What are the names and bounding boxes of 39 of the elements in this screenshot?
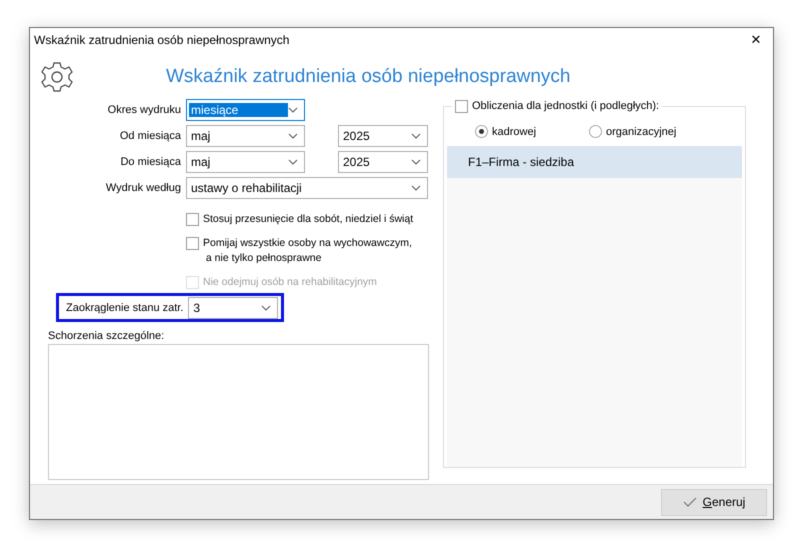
field-label: Wydruk według bbox=[104, 182, 181, 194]
radio-label: organizacyjnej bbox=[606, 126, 676, 138]
dropdown[interactable]: ustawy o rehabilitacji bbox=[186, 177, 428, 199]
checkbox-label: Obliczenia dla jednostki (i podległych): bbox=[472, 100, 660, 112]
dropdown[interactable]: maj bbox=[186, 125, 305, 147]
dropdown[interactable]: 2025 bbox=[338, 151, 428, 173]
field-label: Od miesiąca bbox=[118, 130, 181, 142]
dropdown[interactable]: maj bbox=[186, 151, 305, 173]
notes-field[interactable] bbox=[48, 344, 429, 480]
window-title: Wskaźnik zatrudnienia osób niepełnosprawnych bbox=[34, 33, 290, 47]
list-item[interactable]: F1–Firma - siedziba bbox=[447, 146, 742, 178]
checkbox-label: Stosuj przesunięcie dla sobót, niedziel i świąt bbox=[203, 212, 414, 227]
close-button[interactable]: ✕ bbox=[739, 28, 773, 52]
field-label: Zaokrąglenie stanu zatr. bbox=[66, 302, 184, 314]
settings-icon bbox=[40, 61, 74, 93]
dropdown[interactable]: miesiące bbox=[186, 99, 305, 121]
chevron-icon bbox=[288, 107, 298, 113]
radio-button[interactable] bbox=[589, 125, 602, 138]
checkbox[interactable] bbox=[186, 237, 199, 250]
checkbox-label: Nie odejmuj osób na rehabilitacyjnym bbox=[203, 275, 377, 290]
check-icon bbox=[682, 497, 697, 507]
dropdown[interactable]: 2025 bbox=[338, 125, 428, 147]
radio-label: kadrowej bbox=[492, 126, 536, 138]
dropdown[interactable]: 3 bbox=[188, 296, 278, 318]
chevron-icon bbox=[411, 185, 421, 191]
chevron-icon bbox=[288, 133, 298, 139]
page-heading: Wskaźnik zatrudnienia osób niepełnosprawnych bbox=[166, 66, 571, 88]
notes-label: Schorzenia szczególne: bbox=[48, 330, 166, 342]
chevron-icon bbox=[411, 133, 421, 139]
radio-button[interactable] bbox=[475, 125, 488, 138]
chevron-icon bbox=[261, 304, 271, 310]
generate-button[interactable]: Generuj bbox=[661, 488, 767, 516]
checkbox[interactable] bbox=[455, 100, 468, 113]
chevron-icon bbox=[288, 159, 298, 165]
field-label: Do miesiąca bbox=[119, 156, 181, 168]
field-label: Okres wydruku bbox=[106, 104, 181, 116]
checkbox-label: Pomijaj wszystkie osoby na wychowawczym, a nie tylko pełnosprawne bbox=[203, 236, 412, 266]
chevron-icon bbox=[411, 159, 421, 165]
checkbox[interactable] bbox=[186, 213, 199, 226]
